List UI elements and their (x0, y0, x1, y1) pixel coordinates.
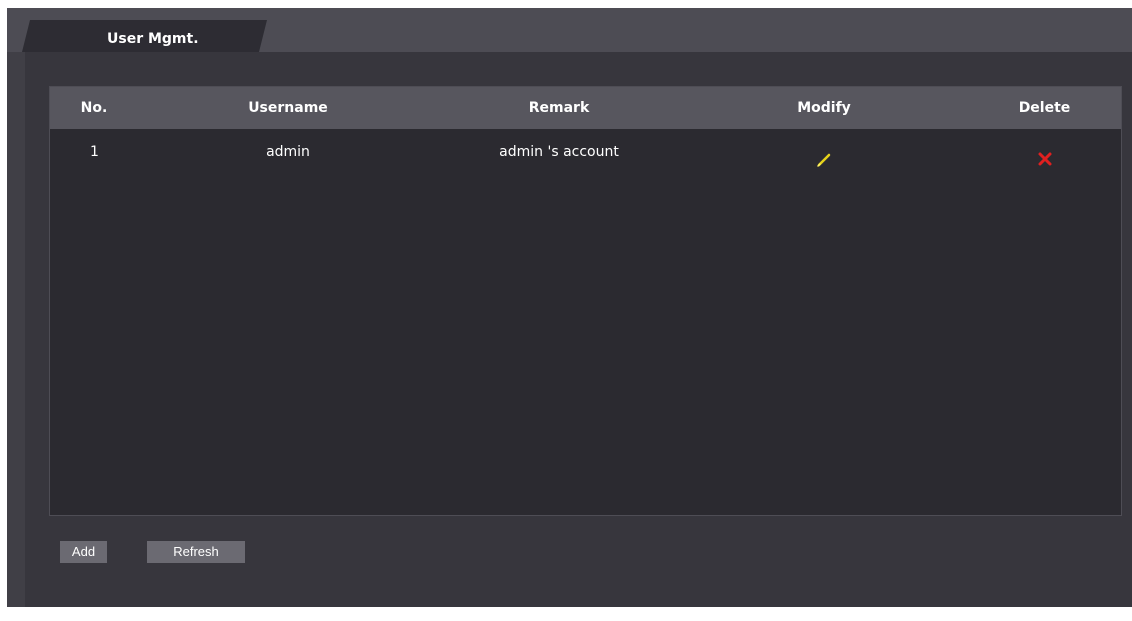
cell-remark: admin 's account (499, 144, 619, 160)
user-table: No. Username Remark Modify Delete 1 admi… (49, 86, 1122, 516)
refresh-button[interactable]: Refresh (147, 541, 245, 563)
table-header: No. Username Remark Modify Delete (50, 87, 1121, 129)
header-username: Username (248, 100, 328, 116)
close-icon[interactable] (1037, 140, 1053, 166)
cell-modify (680, 129, 968, 175)
tab-user-mgmt[interactable]: User Mgmt. (7, 8, 1132, 52)
tab-label: User Mgmt. (107, 31, 199, 47)
cell-no: 1 (90, 144, 99, 160)
cell-delete (968, 129, 1121, 175)
cell-username: admin (266, 144, 310, 160)
pencil-icon[interactable] (816, 140, 832, 167)
header-delete: Delete (1018, 100, 1071, 116)
header-remark: Remark (528, 100, 590, 116)
user-management-window: User Mgmt. No. Username Remark Modify De… (7, 8, 1132, 607)
header-no: No. (80, 100, 108, 116)
header-modify: Modify (797, 100, 851, 116)
table-row: 1 admin admin 's account (50, 129, 1121, 175)
add-button[interactable]: Add (60, 541, 107, 563)
